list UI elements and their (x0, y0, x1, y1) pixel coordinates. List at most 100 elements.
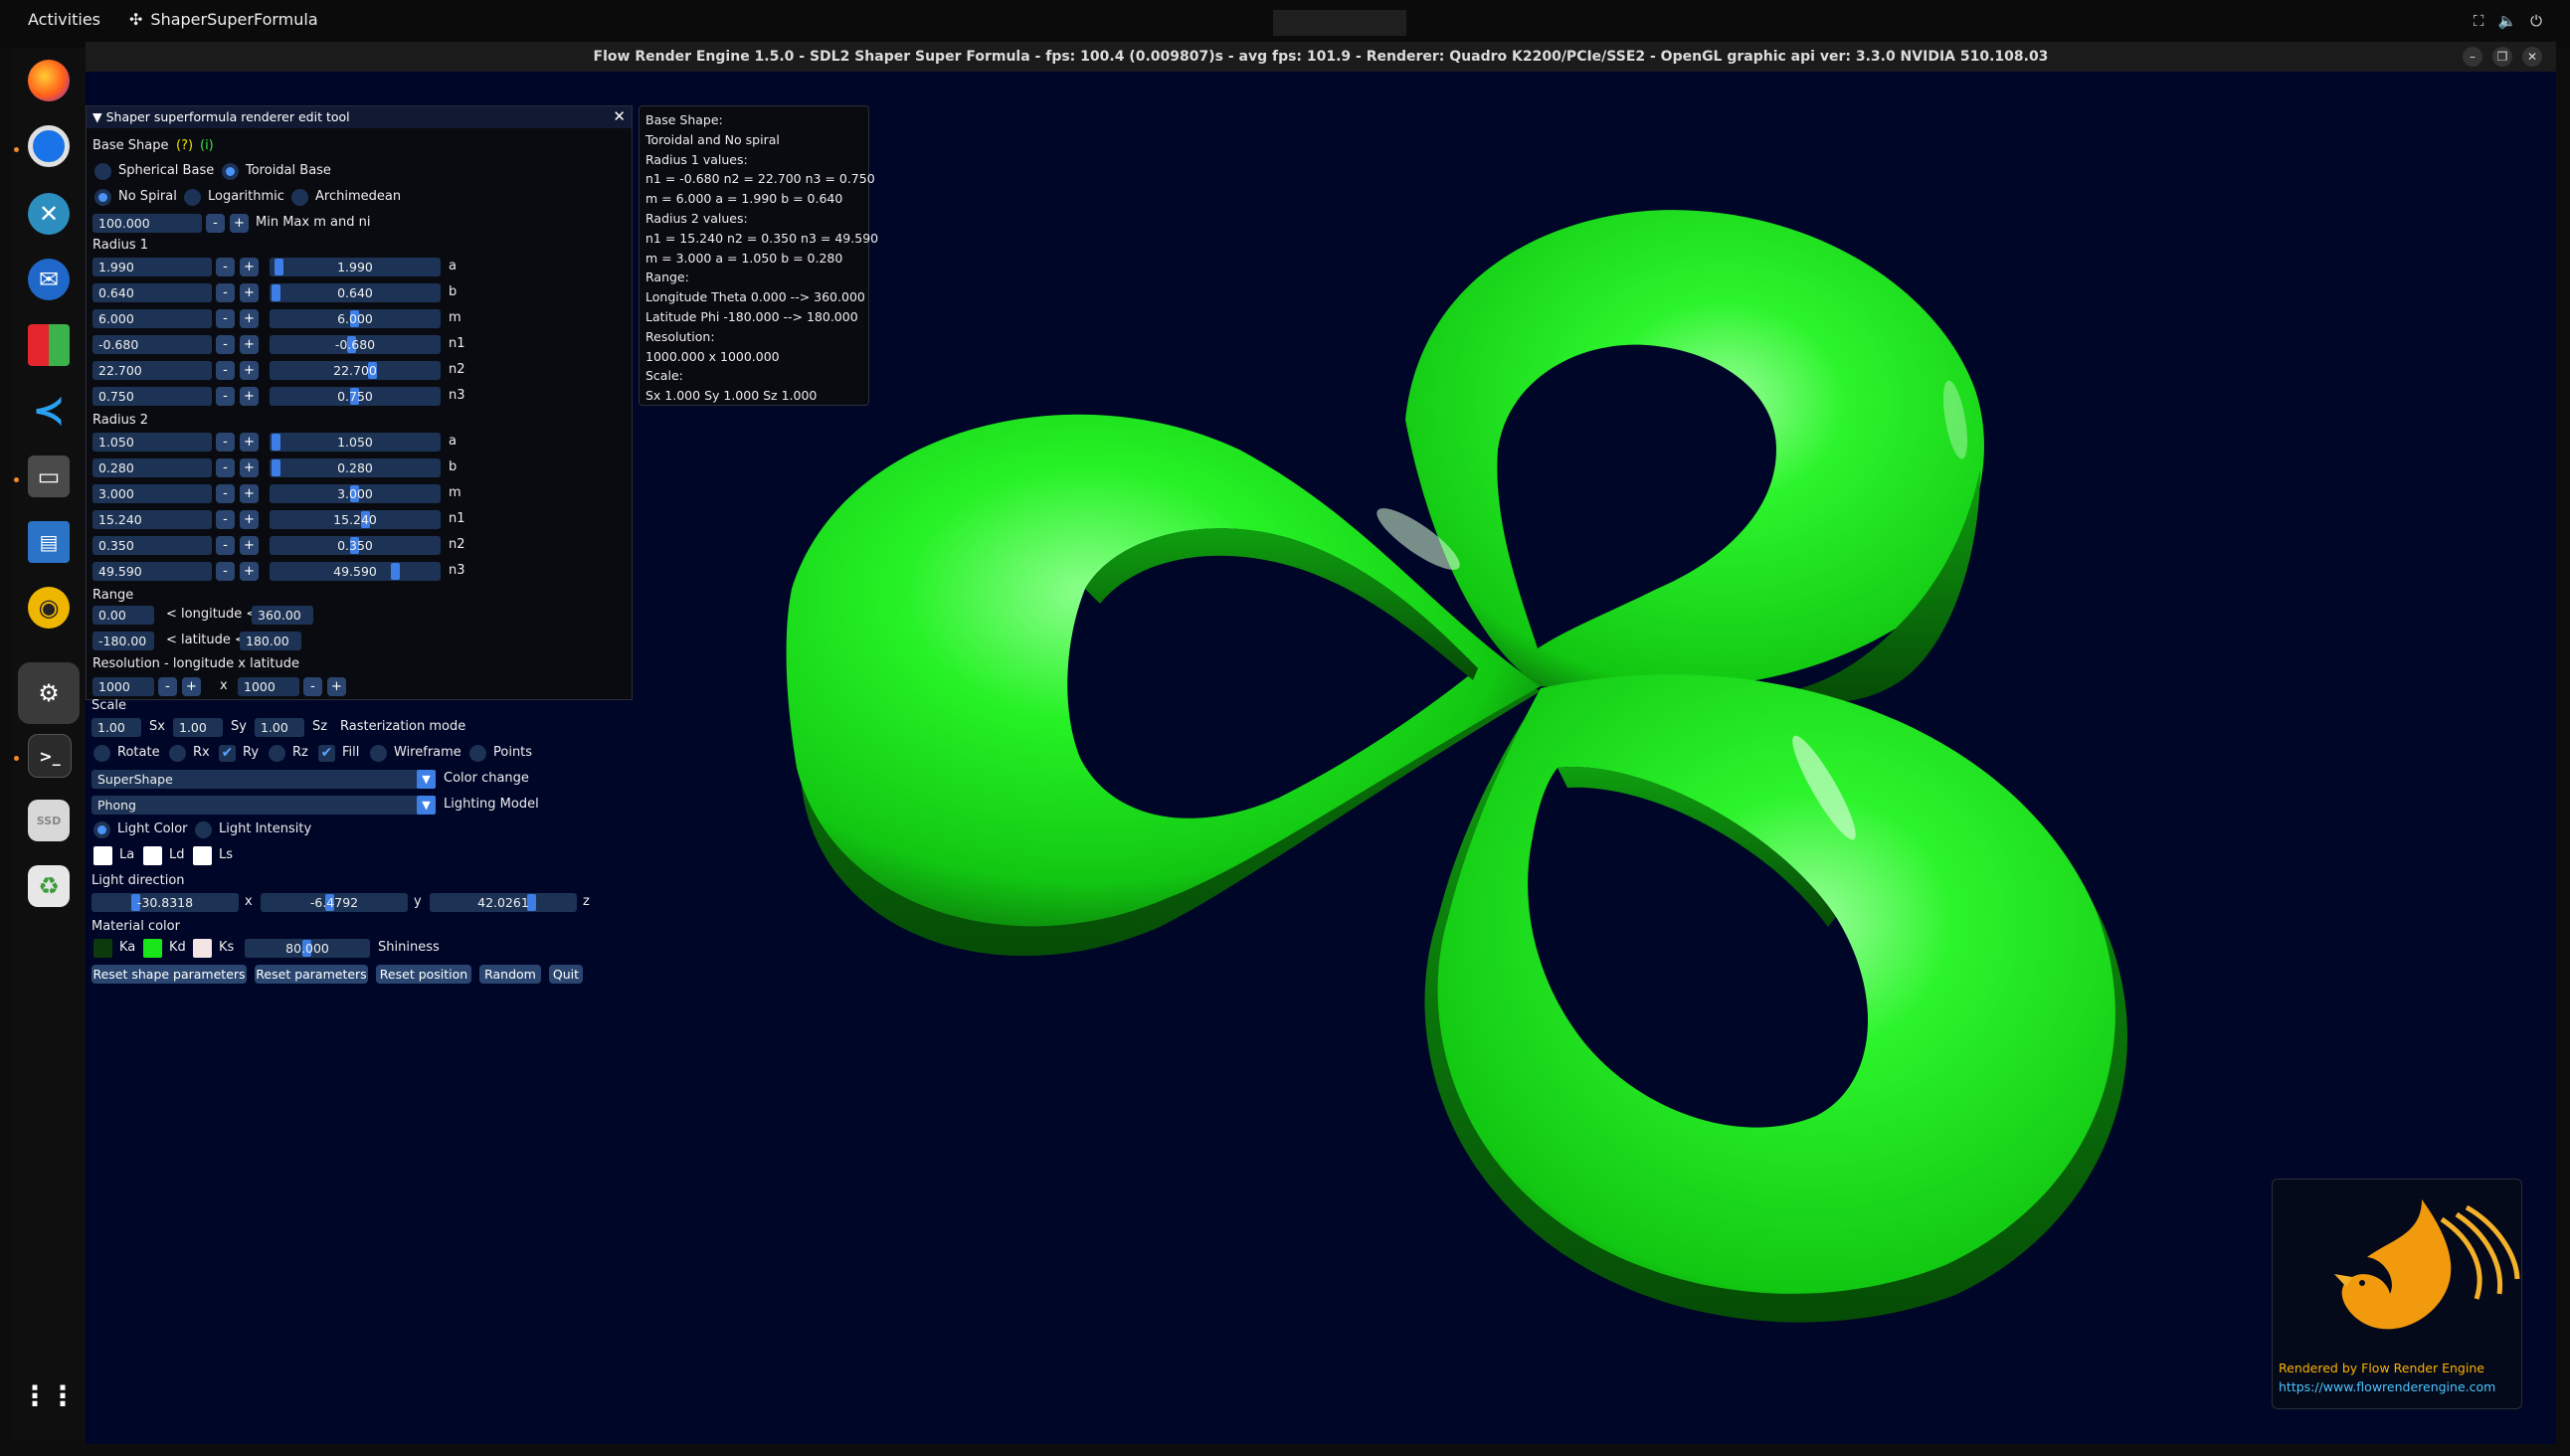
ks-color-swatch[interactable] (193, 939, 212, 958)
logo-url[interactable]: https://www.flowrenderengine.com (2279, 1379, 2495, 1394)
param-input[interactable]: 0.750 (92, 387, 212, 406)
game-icon[interactable] (28, 324, 70, 366)
spherical-base-radio[interactable] (94, 163, 111, 180)
info-marker[interactable]: (i) (200, 138, 214, 153)
help-marker[interactable]: (?) (176, 138, 193, 153)
param-slider[interactable]: 15.240 (270, 510, 441, 529)
files-icon[interactable]: ▭ (28, 455, 70, 497)
chromium-icon[interactable] (28, 125, 70, 167)
param-slider[interactable]: 3.000 (270, 484, 441, 503)
wireframe-radio[interactable] (370, 745, 387, 762)
random-button[interactable]: Random (479, 965, 541, 984)
scale-y-input[interactable]: 1.00 (173, 718, 223, 737)
param-input[interactable]: 3.000 (92, 484, 212, 503)
param-slider[interactable]: 0.280 (270, 458, 441, 477)
param-decrement-button[interactable]: - (216, 536, 235, 555)
light-direction-x-slider[interactable]: -30.8318 (92, 893, 239, 912)
param-increment-button[interactable]: + (240, 309, 259, 328)
points-radio[interactable] (469, 745, 486, 762)
param-input[interactable]: 0.350 (92, 536, 212, 555)
resolution-longitude-input[interactable]: 1000 (92, 677, 154, 696)
param-increment-button[interactable]: + (240, 536, 259, 555)
shininess-slider[interactable]: 80.000 (245, 939, 370, 958)
param-input[interactable]: 6.000 (92, 309, 212, 328)
minmax-increment-button[interactable]: + (230, 214, 249, 233)
lighting-model-select[interactable]: Phong (92, 796, 436, 815)
quit-button[interactable]: Quit (549, 965, 583, 984)
latitude-min-input[interactable]: -180.00 (92, 632, 154, 650)
longitude-max-input[interactable]: 360.00 (252, 606, 313, 625)
no-spiral-radio[interactable] (94, 189, 111, 206)
activities-button[interactable]: Activities (28, 10, 100, 29)
resolution-latitude-input[interactable]: 1000 (238, 677, 299, 696)
longitude-min-input[interactable]: 0.00 (92, 606, 154, 625)
rz-radio[interactable] (269, 745, 285, 762)
kd-color-swatch[interactable] (143, 939, 162, 958)
ka-color-swatch[interactable] (93, 939, 112, 958)
param-increment-button[interactable]: + (240, 510, 259, 529)
param-increment-button[interactable]: + (240, 458, 259, 477)
param-slider[interactable]: 1.050 (270, 433, 441, 452)
param-increment-button[interactable]: + (240, 484, 259, 503)
param-slider[interactable]: 49.590 (270, 562, 441, 581)
minmax-decrement-button[interactable]: - (206, 214, 225, 233)
color-change-select[interactable]: SuperShape (92, 770, 436, 789)
param-slider[interactable]: 0.350 (270, 536, 441, 555)
param-decrement-button[interactable]: - (216, 361, 235, 380)
param-increment-button[interactable]: + (240, 361, 259, 380)
show-apps-icon[interactable]: ⋮⋮ (21, 1374, 77, 1416)
light-direction-z-slider[interactable]: 42.0261 (430, 893, 577, 912)
param-input[interactable]: 49.590 (92, 562, 212, 581)
firefox-icon[interactable] (28, 60, 70, 101)
param-slider[interactable]: 1.990 (270, 258, 441, 276)
maximize-icon[interactable]: ❐ (2492, 47, 2512, 67)
ry-checkbox[interactable]: ✔ (219, 745, 236, 762)
rotate-radio[interactable] (93, 745, 110, 762)
param-decrement-button[interactable]: - (216, 335, 235, 354)
param-input[interactable]: 1.050 (92, 433, 212, 452)
settings-icon[interactable]: ⚙ (18, 662, 80, 724)
param-decrement-button[interactable]: - (216, 283, 235, 302)
param-slider[interactable]: 6.000 (270, 309, 441, 328)
param-decrement-button[interactable]: - (216, 387, 235, 406)
resolution-longitude-decrement-button[interactable]: - (158, 677, 177, 696)
light-color-radio[interactable] (93, 821, 110, 838)
reset-parameters-button[interactable]: Reset parameters (255, 965, 368, 984)
param-input[interactable]: 1.990 (92, 258, 212, 276)
param-input[interactable]: 0.640 (92, 283, 212, 302)
param-slider[interactable]: 0.640 (270, 283, 441, 302)
param-slider[interactable]: 0.750 (270, 387, 441, 406)
param-increment-button[interactable]: + (240, 387, 259, 406)
ls-color-swatch[interactable] (193, 846, 212, 865)
param-input[interactable]: 22.700 (92, 361, 212, 380)
param-increment-button[interactable]: + (240, 562, 259, 581)
clock[interactable] (1273, 10, 1406, 36)
minimize-icon[interactable]: – (2463, 47, 2482, 67)
ssd-drive-icon[interactable]: SSD (28, 800, 70, 841)
app-menu[interactable]: ✣ ShaperSuperFormula (129, 10, 318, 29)
la-color-swatch[interactable] (93, 846, 112, 865)
light-intensity-radio[interactable] (195, 821, 212, 838)
light-direction-y-slider[interactable]: -6.4792 (261, 893, 408, 912)
param-input[interactable]: -0.680 (92, 335, 212, 354)
minmax-input[interactable]: 100.000 (92, 214, 202, 233)
writer-icon[interactable]: ▤ (28, 521, 70, 563)
archimedean-radio[interactable] (291, 189, 308, 206)
color-dropdown-arrow-icon[interactable]: ▼ (417, 770, 436, 789)
toroidal-base-radio[interactable] (222, 163, 239, 180)
param-slider[interactable]: -0.680 (270, 335, 441, 354)
fill-checkbox[interactable]: ✔ (318, 745, 335, 762)
resolution-latitude-decrement-button[interactable]: - (303, 677, 322, 696)
param-input[interactable]: 15.240 (92, 510, 212, 529)
param-increment-button[interactable]: + (240, 258, 259, 276)
panel-close-icon[interactable]: ✕ (613, 107, 626, 125)
param-decrement-button[interactable]: - (216, 258, 235, 276)
param-decrement-button[interactable]: - (216, 510, 235, 529)
param-decrement-button[interactable]: - (216, 562, 235, 581)
scale-z-input[interactable]: 1.00 (255, 718, 304, 737)
param-input[interactable]: 0.280 (92, 458, 212, 477)
rhythmbox-icon[interactable]: ◉ (28, 587, 70, 629)
param-decrement-button[interactable]: - (216, 484, 235, 503)
param-decrement-button[interactable]: - (216, 433, 235, 452)
panel-title-row[interactable]: ▼ Shaper superformula renderer edit tool (92, 109, 350, 124)
